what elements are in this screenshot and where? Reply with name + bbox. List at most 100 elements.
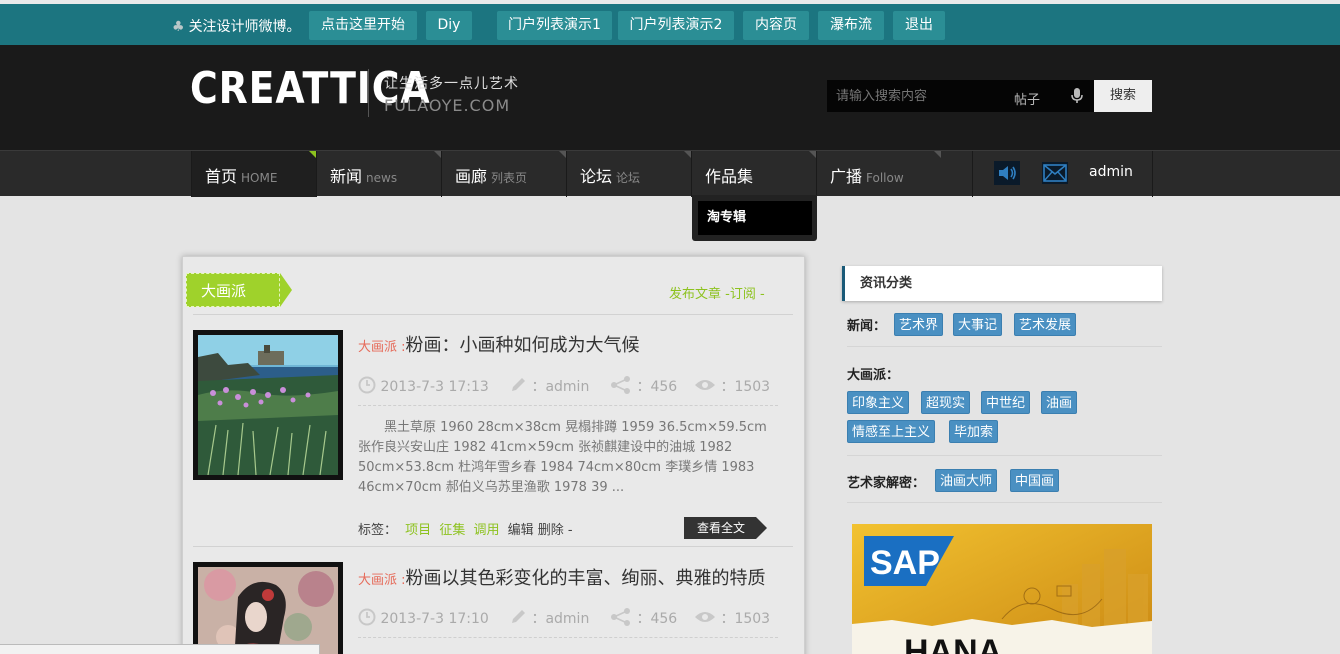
post-shares[interactable]: ：456	[610, 608, 677, 628]
portal-list-demo2-button[interactable]: 门户列表演示2	[618, 11, 734, 40]
nav-label: 画廊	[455, 167, 488, 186]
post-title-link[interactable]: 大画派 :粉画：小画种如何成为大气候	[358, 331, 640, 357]
sidebar-group-label: 新闻：	[847, 319, 887, 334]
pencil-icon	[512, 610, 525, 623]
clock-icon	[358, 608, 376, 626]
start-here-button[interactable]: 点击这里开始	[309, 11, 417, 40]
search-button[interactable]: 搜索	[1094, 80, 1152, 112]
painting-image	[198, 567, 338, 654]
divider	[193, 314, 793, 315]
sidebar-group-label: 大画派：	[847, 368, 900, 383]
dropdown-item-album[interactable]: 淘专辑	[698, 201, 812, 235]
diy-button[interactable]: Diy	[426, 11, 472, 40]
portal-list-demo1-button[interactable]: 门户列表演示1	[497, 11, 612, 40]
sidebar-tag[interactable]: 情感至上主义	[847, 420, 936, 443]
eye-icon	[695, 612, 715, 622]
post-date: 2013-7-3 17:13	[358, 376, 489, 395]
post-thumbnail[interactable]	[193, 330, 343, 480]
read-more-button[interactable]: 查看全文	[684, 517, 756, 539]
corner-marker	[309, 151, 316, 158]
publish-subscribe-links[interactable]: 发布文章 -订阅 -	[669, 283, 765, 302]
sidebar-group-label: 艺术家解密：	[847, 476, 926, 491]
search-type-select[interactable]: 帖子	[1014, 89, 1040, 108]
post-date-text: 2013-7-3 17:13	[380, 379, 489, 395]
nav-sublabel: HOME	[241, 171, 278, 185]
sidebar-tag[interactable]: 中世纪	[981, 391, 1031, 414]
tag-link[interactable]: 项目	[405, 523, 431, 538]
site-header: CREATTICA 让生活多一点儿艺术 FULAOYE.COM 帖子 搜索	[0, 45, 1340, 150]
portfolio-dropdown: 淘专辑	[692, 195, 817, 241]
post-thumbnail[interactable]	[193, 562, 343, 654]
mail-icon[interactable]	[1042, 162, 1068, 184]
post-author-text: ：admin	[531, 379, 590, 395]
clock-icon	[358, 376, 376, 394]
sidebar-tag[interactable]: 艺术发展	[1014, 313, 1077, 336]
user-admin-link[interactable]: admin	[1089, 164, 1133, 180]
post-author[interactable]: ：admin	[509, 608, 589, 628]
waterfall-button[interactable]: 瀑布流	[818, 11, 884, 40]
read-more-arrow	[756, 517, 767, 539]
sidebar-tag[interactable]: 大事记	[953, 313, 1003, 336]
sidebar-tag[interactable]: 油画大师	[935, 469, 998, 492]
nav-item-broadcast[interactable]: 广播 Follow	[816, 151, 941, 197]
sidebar-tag[interactable]: 油画	[1041, 391, 1078, 414]
sidebar-heading: 资讯分类	[842, 266, 1162, 301]
nav-item-forum[interactable]: 论坛 论坛	[566, 151, 691, 197]
corner-marker	[809, 151, 816, 158]
follow-weibo-link[interactable]: ♣ 关注设计师微博。	[172, 16, 301, 36]
nav-label: 首页	[205, 167, 238, 186]
post-author[interactable]: ：admin	[509, 376, 589, 396]
main-nav: 首页 HOME 新闻 news 画廊 列表页 论坛 论坛 作品集 广播 Follow	[0, 150, 1340, 197]
speaker-icon[interactable]	[994, 161, 1020, 185]
nav-label: 新闻	[330, 167, 363, 186]
post-excerpt: 黑土草原 1960 28cm×38cm 晃榻排蹲 1959 36.5cm×59.…	[358, 420, 767, 495]
post-shares-text: ：456	[636, 611, 678, 627]
sap-hana-ad-banner[interactable]: SAP HANA	[852, 524, 1152, 654]
post-category-prefix: 大画派 :	[358, 340, 406, 355]
post-title-link[interactable]: 大画派 :粉画以其色彩变化的丰富、绚丽、典雅的特质	[358, 564, 766, 590]
category-tag[interactable]: 大画派	[186, 273, 280, 307]
sidebar-tag[interactable]: 毕加索	[949, 420, 999, 443]
divider	[358, 637, 778, 638]
sidebar-tag[interactable]: 印象主义	[847, 391, 910, 414]
post-title: 粉画以其色彩变化的丰富、绚丽、典雅的特质	[405, 568, 766, 589]
site-slogan: 让生活多一点儿艺术	[384, 76, 519, 92]
post-shares[interactable]: ：456	[610, 376, 677, 396]
post-tags: 标签： 项目 征集 调用 编辑 删除 -	[358, 519, 573, 538]
nav-item-portfolio[interactable]: 作品集	[691, 151, 816, 197]
divider	[847, 346, 1162, 347]
post-views: ：1503	[694, 376, 770, 396]
post-views: ：1503	[694, 608, 770, 628]
top-bar: ♣ 关注设计师微博。 点击这里开始 Diy 门户列表演示1 门户列表演示2 内容页…	[0, 0, 1340, 45]
edit-delete-links[interactable]: 编辑 删除 -	[508, 523, 573, 538]
post-date: 2013-7-3 17:10	[358, 608, 489, 627]
nav-sublabel: 列表页	[491, 171, 528, 185]
corner-marker	[684, 151, 691, 158]
post-views-text: ：1503	[720, 379, 771, 395]
ad-image: SAP HANA	[852, 524, 1152, 654]
tag-link[interactable]: 调用	[473, 523, 499, 538]
nav-sublabel: Follow	[866, 171, 904, 185]
tag-link[interactable]: 征集	[439, 523, 465, 538]
pencil-icon	[512, 378, 525, 391]
search-input[interactable]	[827, 80, 1094, 112]
divider	[847, 502, 1162, 503]
nav-item-home[interactable]: 首页 HOME	[191, 151, 316, 197]
post-title: 粉画：小画种如何成为大气候	[405, 335, 640, 356]
nav-item-gallery[interactable]: 画廊 列表页	[441, 151, 566, 197]
nav-label: 广播	[830, 167, 863, 186]
content-page-button[interactable]: 内容页	[743, 11, 809, 40]
search-box: 帖子 搜索	[827, 80, 1152, 112]
site-domain: FULAOYE.COM	[384, 96, 511, 115]
logo-divider	[368, 69, 369, 117]
nav-item-news[interactable]: 新闻 news	[316, 151, 441, 197]
microphone-icon[interactable]	[1070, 88, 1084, 104]
ad-brand-logo: SAP	[870, 544, 940, 582]
post-category-prefix: 大画派 :	[358, 573, 406, 588]
sidebar-tag[interactable]: 艺术界	[894, 313, 944, 336]
logout-button[interactable]: 退出	[893, 11, 945, 40]
sidebar-tag[interactable]: 超现实	[921, 391, 971, 414]
sidebar-tag[interactable]: 中国画	[1010, 469, 1060, 492]
clover-icon: ♣	[172, 19, 185, 35]
post-date-text: 2013-7-3 17:10	[380, 611, 489, 627]
